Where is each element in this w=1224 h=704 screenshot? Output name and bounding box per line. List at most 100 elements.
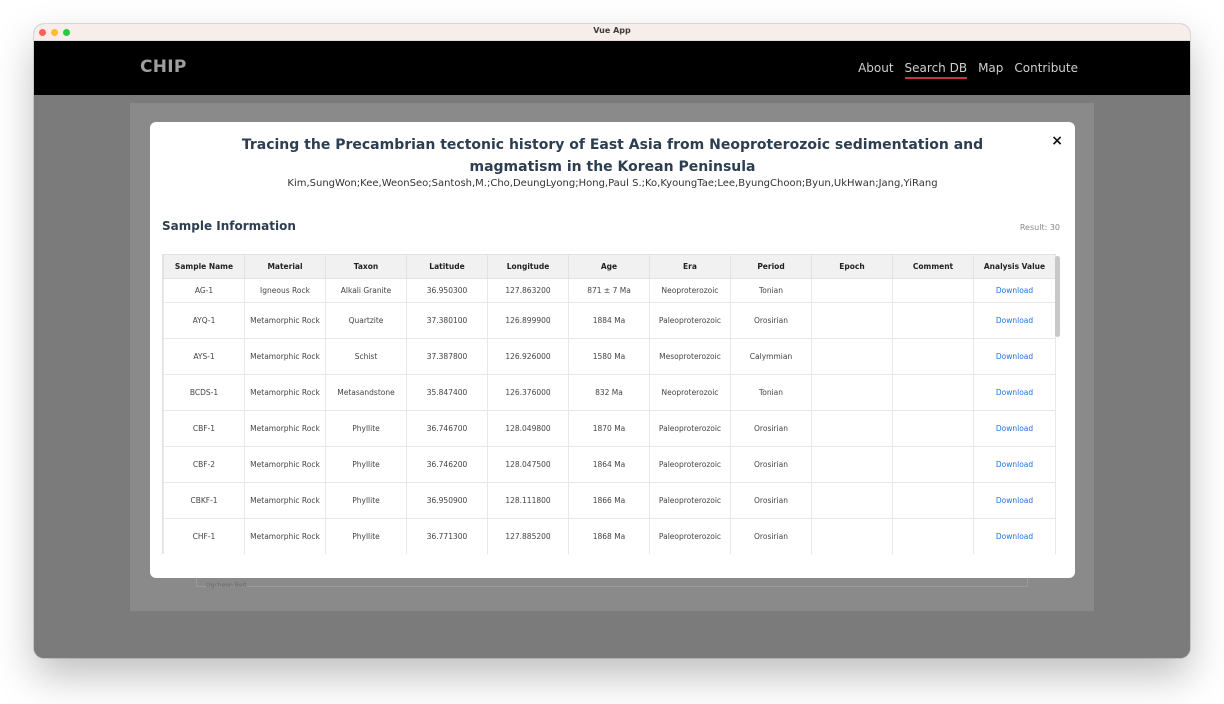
cell-comment [892, 482, 974, 519]
cell-longitude: 126.926000 [487, 338, 569, 375]
cell-longitude: 126.376000 [487, 374, 569, 411]
cell-epoch [811, 446, 893, 483]
header-latitude[interactable]: Latitude [406, 254, 488, 279]
header-analysis-value[interactable]: Analysis Value [973, 254, 1056, 279]
download-link[interactable]: Download [996, 532, 1033, 541]
cell-comment [892, 518, 974, 554]
cell-period: Tonian [730, 374, 812, 411]
cell-epoch [811, 410, 893, 447]
nav-link-search-db[interactable]: Search DB [904, 61, 968, 79]
cell-latitude: 36.746200 [406, 446, 488, 483]
download-link[interactable]: Download [996, 424, 1033, 433]
cell-taxon: Alkali Granite [325, 278, 407, 303]
sample-table: Sample Name Material Taxon Latitude Long… [163, 254, 1056, 554]
paper-detail-modal: × Tracing the Precambrian tectonic histo… [150, 122, 1075, 578]
window-titlebar: Vue App [34, 24, 1190, 41]
sample-table-container[interactable]: Sample Name Material Taxon Latitude Long… [162, 254, 1062, 554]
download-link[interactable]: Download [996, 316, 1033, 325]
cell-taxon: Phyllite [325, 446, 407, 483]
cell-sample-name: CBF-1 [163, 410, 245, 447]
cell-period: Calymmian [730, 338, 812, 375]
cell-epoch [811, 374, 893, 411]
cell-latitude: 37.380100 [406, 302, 488, 339]
cell-material: Igneous Rock [244, 278, 326, 303]
cell-period: Orosirian [730, 482, 812, 519]
window-title: Vue App [593, 26, 631, 35]
download-link[interactable]: Download [996, 460, 1033, 469]
cell-era: Paleoproterozoic [649, 518, 731, 554]
cell-period: Orosirian [730, 410, 812, 447]
cell-latitude: 36.950300 [406, 278, 488, 303]
header-age[interactable]: Age [568, 254, 650, 279]
cell-latitude: 37.387800 [406, 338, 488, 375]
table-row: BCDS-1 Metamorphic Rock Metasandstone 35… [163, 374, 1056, 411]
table-scrollbar[interactable] [1055, 256, 1060, 337]
cell-era: Neoproterozoic [649, 278, 731, 303]
cell-period: Orosirian [730, 446, 812, 483]
cell-age: 1870 Ma [568, 410, 650, 447]
table-row: CBF-1 Metamorphic Rock Phyllite 36.74670… [163, 410, 1056, 447]
header-period[interactable]: Period [730, 254, 812, 279]
cell-sample-name: AYS-1 [163, 338, 245, 375]
cell-comment [892, 302, 974, 339]
close-icon[interactable]: × [1051, 134, 1063, 148]
cell-sample-name: AYQ-1 [163, 302, 245, 339]
cell-sample-name: CBKF-1 [163, 482, 245, 519]
navbar: CHIP About Search DB Map Contribute [34, 41, 1190, 95]
cell-age: 1884 Ma [568, 302, 650, 339]
cell-era: Paleoproterozoic [649, 302, 731, 339]
cell-taxon: Quartzite [325, 302, 407, 339]
cell-sample-name: AG-1 [163, 278, 245, 303]
nav-link-contribute[interactable]: Contribute [1014, 61, 1078, 79]
cell-material: Metamorphic Rock [244, 302, 326, 339]
cell-period: Tonian [730, 278, 812, 303]
cell-material: Metamorphic Rock [244, 338, 326, 375]
nav-link-map[interactable]: Map [978, 61, 1003, 79]
cell-taxon: Metasandstone [325, 374, 407, 411]
cell-age: 1580 Ma [568, 338, 650, 375]
cell-analysis-value: Download [973, 302, 1056, 339]
cell-material: Metamorphic Rock [244, 374, 326, 411]
brand-logo[interactable]: CHIP [140, 57, 187, 77]
cell-age: 832 Ma [568, 374, 650, 411]
background-table-text: Ogcheon Belt [206, 582, 247, 589]
cell-age: 1868 Ma [568, 518, 650, 554]
paper-title: Tracing the Precambrian tectonic history… [241, 137, 984, 175]
cell-age: 871 ± 7 Ma [568, 278, 650, 303]
cell-epoch [811, 302, 893, 339]
cell-longitude: 127.885200 [487, 518, 569, 554]
cell-longitude: 128.049800 [487, 410, 569, 447]
cell-comment [892, 278, 974, 303]
cell-analysis-value: Download [973, 338, 1056, 375]
header-era[interactable]: Era [649, 254, 731, 279]
table-row: AYQ-1 Metamorphic Rock Quartzite 37.3801… [163, 302, 1056, 339]
download-link[interactable]: Download [996, 496, 1033, 505]
nav-link-about[interactable]: About [858, 61, 893, 79]
table-row: AYS-1 Metamorphic Rock Schist 37.387800 … [163, 338, 1056, 375]
download-link[interactable]: Download [996, 388, 1033, 397]
header-sample-name[interactable]: Sample Name [163, 254, 245, 279]
table-header-row: Sample Name Material Taxon Latitude Long… [163, 254, 1056, 279]
download-link[interactable]: Download [996, 352, 1033, 361]
cell-age: 1864 Ma [568, 446, 650, 483]
header-comment[interactable]: Comment [892, 254, 974, 279]
cell-latitude: 36.771300 [406, 518, 488, 554]
cell-era: Paleoproterozoic [649, 482, 731, 519]
cell-latitude: 35.847400 [406, 374, 488, 411]
cell-period: Orosirian [730, 518, 812, 554]
cell-material: Metamorphic Rock [244, 410, 326, 447]
cell-epoch [811, 278, 893, 303]
header-taxon[interactable]: Taxon [325, 254, 407, 279]
cell-epoch [811, 518, 893, 554]
cell-comment [892, 338, 974, 375]
cell-period: Orosirian [730, 302, 812, 339]
download-link[interactable]: Download [996, 286, 1033, 295]
cell-analysis-value: Download [973, 410, 1056, 447]
table-row: CHF-1 Metamorphic Rock Phyllite 36.77130… [163, 518, 1056, 554]
cell-analysis-value: Download [973, 482, 1056, 519]
header-material[interactable]: Material [244, 254, 326, 279]
cell-longitude: 126.899900 [487, 302, 569, 339]
header-longitude[interactable]: Longitude [487, 254, 569, 279]
result-count: Result: 30 [1019, 223, 1060, 232]
header-epoch[interactable]: Epoch [811, 254, 893, 279]
